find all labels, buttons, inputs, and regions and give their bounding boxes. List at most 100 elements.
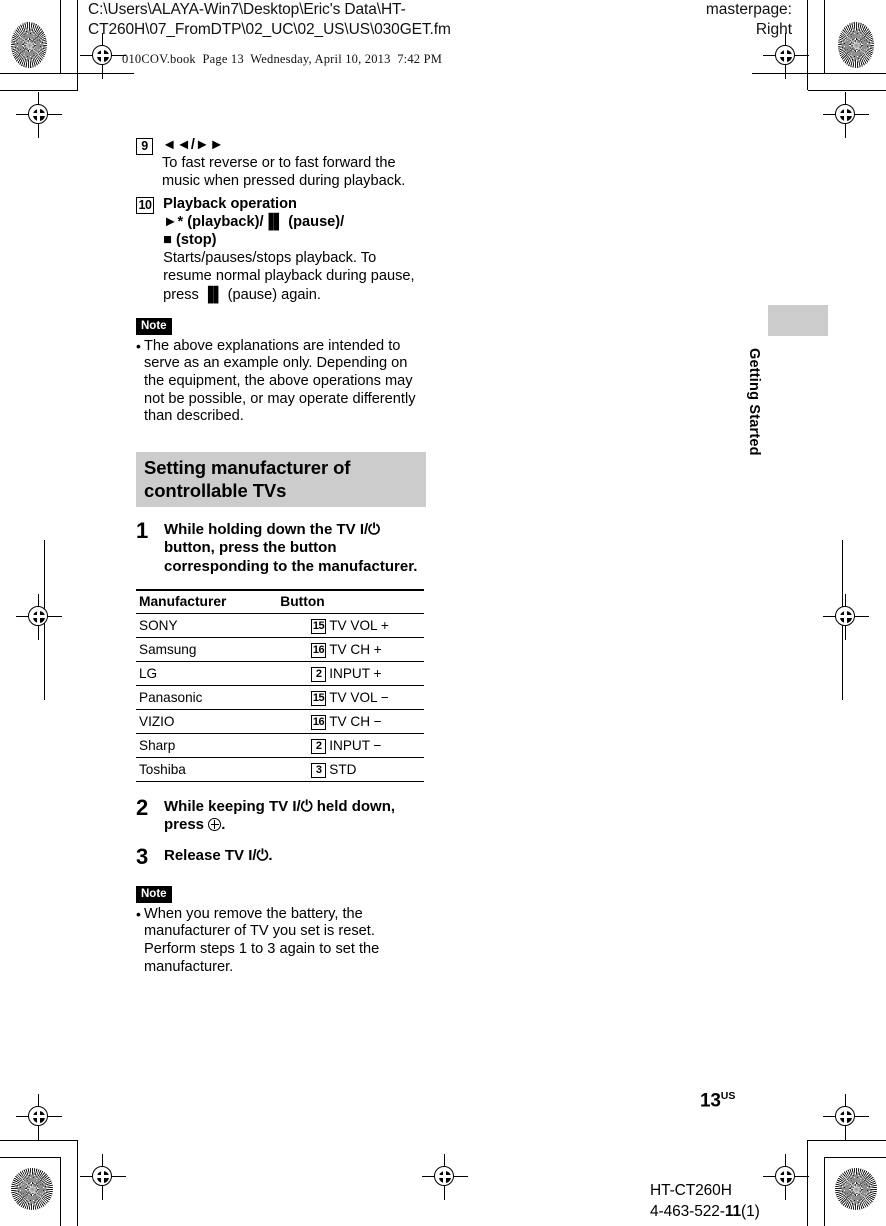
note-text: The above explanations are intended to s…	[144, 337, 416, 425]
cell-manufacturer: Panasonic	[136, 685, 278, 710]
crop-rule-bl-v1	[77, 1140, 79, 1226]
power-icon: I/⏻	[292, 797, 313, 815]
cell-button-number: 15	[277, 685, 327, 710]
note-tag: Note	[136, 317, 172, 335]
callout-body: Playback operation ►* (playback)/▐▌ (pau…	[163, 195, 426, 304]
cell-button-label: TV VOL −	[326, 685, 424, 710]
column-header-button: Button	[277, 588, 424, 614]
masterpage-label: masterpage:	[705, 1, 792, 18]
crop-rule-tr-h1	[752, 73, 886, 75]
callout-number-badge: 9	[136, 138, 153, 155]
file-path-line-2: CT260H\07_FromDTP\02_UC\02_US\US\030GET.…	[88, 21, 451, 38]
running-head-vertical: Getting Started	[746, 348, 762, 456]
crop-rule-tr-h2	[808, 90, 886, 92]
step-text: While keeping TV I/⏻ held down, press .	[164, 798, 426, 835]
masterpage-header: masterpage: Right	[572, 0, 792, 40]
crop-rule-tl-v2	[77, 0, 79, 90]
star-target-bottom-left	[11, 1168, 53, 1210]
cell-button-label: TV CH +	[326, 637, 424, 662]
cell-manufacturer: SONY	[136, 613, 278, 638]
model-name: HT-CT260H	[650, 1182, 732, 1199]
step-text-before: Release TV	[164, 846, 249, 864]
crop-rule-bl-h2	[0, 1157, 61, 1159]
step-number: 1	[136, 517, 149, 543]
cell-manufacturer: Samsung	[136, 637, 278, 662]
note-tag: Note	[136, 885, 172, 903]
cell-button-label: INPUT +	[326, 661, 424, 686]
crop-rule-tr-v2	[807, 0, 809, 90]
part-number-suffix: (1)	[741, 1203, 760, 1220]
step-text-before: While holding down the TV	[164, 520, 360, 538]
manufacturer-button-table: Manufacturer Button SONY 15 TV VOL + Sam…	[136, 588, 424, 782]
registration-mark-top-right	[763, 33, 809, 79]
button-number-badge: 16	[310, 642, 327, 658]
table-row: VIZIO 16 TV CH −	[136, 709, 424, 734]
cell-button-label: TV VOL +	[326, 613, 424, 638]
part-number-prefix: 4-463-522-	[650, 1203, 725, 1220]
registration-mark-bottom-right	[763, 1154, 809, 1200]
file-path-header: C:\Users\ALAYA-Win7\Desktop\Eric's Data\…	[88, 0, 518, 40]
cell-button-number: 15	[277, 613, 327, 638]
cell-manufacturer: VIZIO	[136, 709, 278, 734]
column-header-manufacturer: Manufacturer	[136, 588, 278, 614]
crop-rule-br-h2	[824, 1157, 886, 1159]
table-row: Panasonic 15 TV VOL −	[136, 685, 424, 710]
star-target-bottom-right	[835, 1168, 877, 1210]
crop-rule-bl-v2	[60, 1157, 62, 1226]
crop-rule-tl-v1	[60, 0, 62, 73]
cell-manufacturer: Toshiba	[136, 757, 278, 782]
table-row: LG 2 INPUT +	[136, 661, 424, 686]
playback-pause-icon-line: ►* (playback)/▐▌ (pause)/	[163, 213, 345, 230]
callout-description: To fast reverse or to fast forward the m…	[162, 155, 406, 190]
registration-mark-left-lower	[16, 1094, 62, 1140]
note-bullet-row: • The above explanations are intended to…	[136, 338, 426, 426]
file-path-line-1: C:\Users\ALAYA-Win7\Desktop\Eric's Data\…	[88, 1, 406, 18]
list-item: 9 ◄◄/►► To fast reverse or to fast forwa…	[136, 136, 426, 191]
table-row: Sharp 2 INPUT −	[136, 733, 424, 758]
stop-icon-line: ■ (stop)	[163, 232, 217, 249]
cell-button-number: 16	[277, 637, 327, 662]
step-text-before: While keeping TV	[164, 797, 293, 815]
step-number: 2	[136, 794, 149, 820]
registration-mark-bottom-left	[80, 1154, 126, 1200]
enter-icon	[208, 818, 222, 832]
cell-button-label: STD	[326, 757, 424, 782]
table-row: Toshiba 3 STD	[136, 757, 424, 782]
section-heading: Setting manufacturer of controllable TVs	[136, 451, 426, 507]
crop-rule-tr-v1	[824, 0, 826, 73]
procedure-step: 2 While keeping TV I/⏻ held down, press …	[136, 794, 426, 835]
chapter-tab-block	[768, 305, 828, 336]
callout-title-line-1: Playback operation	[163, 195, 297, 212]
page-folio: 13US	[700, 1090, 735, 1112]
masterpage-value: Right	[755, 21, 792, 38]
button-number-badge: 2	[311, 666, 327, 682]
procedure-step: 3 Release TV I/⏻.	[136, 845, 426, 868]
page-region-suffix: US	[720, 1090, 736, 1102]
registration-mark-left-middle	[16, 594, 62, 640]
star-target-top-left	[11, 22, 47, 68]
cell-manufacturer: LG	[136, 661, 278, 686]
procedure-step: 1 While holding down the TV I/⏻ button, …	[136, 517, 426, 577]
button-number-badge: 3	[311, 762, 327, 778]
book-info-line: 010COV.book Page 13 Wednesday, April 10,…	[122, 52, 443, 66]
note-block-2: Note • When you remove the battery, the …	[136, 874, 426, 976]
document-page: C:\Users\ALAYA-Win7\Desktop\Eric's Data\…	[0, 0, 886, 1226]
model-footer: HT-CT260H 4-463-522-11(1)	[650, 1180, 760, 1222]
table-row: Samsung 16 TV CH +	[136, 637, 424, 662]
note-bullet-row: • When you remove the battery, the manuf…	[136, 906, 426, 976]
callout-number-badge: 10	[136, 196, 155, 214]
bullet-glyph: •	[136, 905, 141, 922]
cell-button-number: 2	[277, 661, 327, 686]
button-number-badge: 2	[311, 738, 327, 754]
registration-mark-top-left	[80, 33, 126, 79]
content-column: 9 ◄◄/►► To fast reverse or to fast forwa…	[136, 136, 426, 976]
registration-mark-bottom-center	[422, 1154, 468, 1200]
button-number-badge: 15	[310, 618, 327, 634]
cell-button-label: TV CH −	[326, 709, 424, 734]
button-number-badge: 16	[310, 714, 327, 730]
note-text: When you remove the battery, the manufac…	[144, 905, 380, 975]
list-item: 10 Playback operation ►* (playback)/▐▌ (…	[136, 195, 426, 304]
table-header-row: Manufacturer Button	[136, 588, 424, 614]
crop-rule-bl-h1	[0, 1140, 78, 1142]
crop-rule-br-v2	[824, 1157, 826, 1226]
